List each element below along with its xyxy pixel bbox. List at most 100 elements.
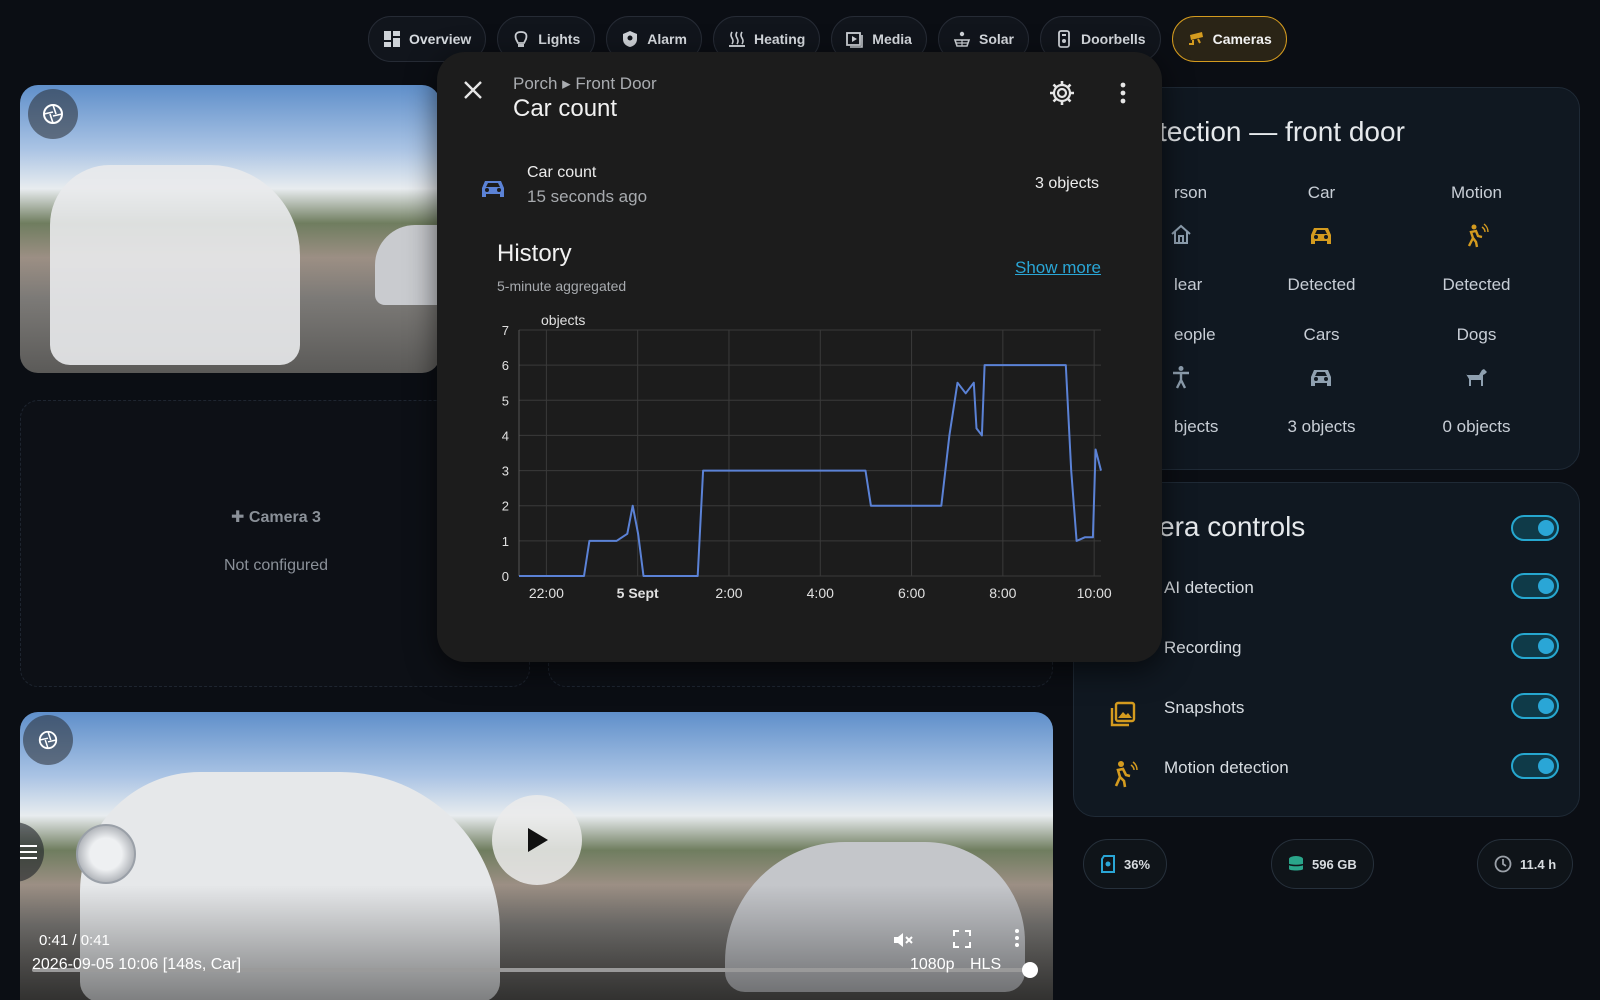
video-time: 0:41 / 0:41	[39, 932, 110, 949]
control-label: AI detection	[1164, 578, 1254, 597]
aperture-icon	[38, 730, 58, 750]
chip-storage-size-label: 596 GB	[1312, 856, 1357, 872]
fullscreen-button[interactable]	[953, 930, 971, 953]
control-toggle[interactable]	[1511, 633, 1559, 659]
more-vertical-icon	[1015, 929, 1019, 947]
volume-off-icon	[894, 933, 913, 947]
close-icon	[464, 81, 482, 99]
control-label: Motion detection	[1164, 758, 1289, 777]
history-chart: 0 1 2 3 4 5 6 7 22:00 5 Sept 2:00 4:00 6:00 8:00 10:00…	[502, 312, 1112, 601]
tab-label: Heating	[753, 31, 806, 47]
dialog-more-button[interactable]	[1120, 82, 1126, 109]
snapshots-icon	[1109, 700, 1137, 733]
motion-detection-icon	[1109, 759, 1139, 794]
y-tick-label: 7	[502, 323, 509, 338]
car-icon	[1309, 223, 1335, 249]
y-axis-label: objects	[541, 312, 585, 328]
detection-state: Detected	[1287, 275, 1356, 294]
detection-row2-cell-2[interactable]: Dogs 0 objects	[1399, 325, 1554, 445]
snapshot-button[interactable]	[23, 715, 73, 765]
entity-row[interactable]: Car count 15 seconds ago 3 objects	[437, 162, 1162, 222]
motion-icon	[1464, 223, 1490, 249]
entity-name: Car count	[527, 164, 597, 181]
tab-label: Cameras	[1212, 31, 1272, 47]
y-tick-label: 4	[502, 428, 509, 443]
control-toggle[interactable]	[1511, 753, 1559, 779]
detection-row2-cell-1[interactable]: Cars 3 objects	[1244, 325, 1399, 445]
x-tick-label: 10:00	[1077, 585, 1112, 601]
tab-label: Alarm	[647, 31, 687, 47]
y-tick-label: 3	[502, 464, 509, 479]
detection-state: 3 objects	[1287, 417, 1356, 436]
cctv-icon	[1187, 30, 1205, 48]
detection-state: Detected	[1442, 275, 1511, 294]
control-toggle[interactable]	[1511, 573, 1559, 599]
settings-button[interactable]	[1049, 80, 1075, 111]
y-tick-label: 6	[502, 358, 509, 373]
x-tick-label: 8:00	[989, 585, 1016, 601]
entity-updated: 15 seconds ago	[527, 187, 648, 206]
camera-3-title: Camera 3	[248, 509, 321, 526]
detection-title: tection — front door	[1159, 116, 1405, 147]
controls-master-toggle[interactable]	[1511, 515, 1559, 541]
seek-handle[interactable]	[1022, 962, 1038, 978]
y-tick-label: 2	[502, 499, 509, 514]
home-icon	[1169, 223, 1195, 249]
detection-label: Cars	[1303, 325, 1340, 344]
close-button[interactable]	[463, 80, 483, 105]
snapshot-button[interactable]	[28, 89, 78, 139]
mute-button[interactable]	[892, 930, 914, 955]
control-toggle[interactable]	[1511, 693, 1559, 719]
more-vertical-icon	[1120, 82, 1126, 104]
dog-icon	[1464, 365, 1490, 391]
person-icon	[1169, 365, 1195, 391]
detection-row1-cell-1[interactable]: Car Detected	[1244, 183, 1399, 303]
control-row-snapshots[interactable]: Snapshots	[1074, 693, 1579, 738]
video-format: HLS	[970, 956, 1002, 973]
van-shape	[50, 165, 300, 365]
tab-label: Doorbells	[1081, 31, 1146, 47]
heat-icon	[728, 30, 746, 48]
tab-label: Overview	[409, 31, 472, 47]
chip-retention-label: 11.4 h	[1520, 856, 1557, 872]
history-subtitle: 5-minute aggregated	[497, 278, 627, 294]
gear-icon	[1050, 81, 1074, 105]
detection-label: Motion	[1450, 183, 1503, 202]
y-tick-label: 1	[502, 534, 509, 549]
detection-label: Dogs	[1456, 325, 1497, 344]
camera-1-card[interactable]	[20, 85, 440, 373]
video-more-button[interactable]	[1014, 928, 1020, 953]
solar-icon	[953, 30, 971, 48]
play-icon	[528, 828, 548, 852]
detection-row1-cell-2[interactable]: Motion Detected	[1399, 183, 1554, 303]
x-tick-label: 6:00	[898, 585, 925, 601]
history-title: History	[497, 240, 572, 267]
control-row-motion-detection[interactable]: Motion detection	[1074, 753, 1579, 798]
tab-cameras[interactable]: Cameras	[1171, 16, 1287, 62]
chip-storage-percent-label: 36%	[1124, 856, 1151, 872]
detection-state: 0 objects	[1442, 417, 1511, 436]
car-shape	[375, 225, 440, 305]
hamburger-icon	[20, 845, 37, 859]
car-icon	[482, 181, 504, 197]
dashboard-icon	[383, 30, 401, 48]
play-button[interactable]	[492, 795, 582, 885]
video-player[interactable]: 0:41 / 0:41 2026-09-05 10:06 [148s, Car]…	[20, 712, 1053, 1000]
show-more-link[interactable]: Show more	[1015, 258, 1101, 278]
x-tick-label: 2:00	[715, 585, 742, 601]
thumbnail[interactable]	[76, 824, 136, 884]
entity-value: 3 objects	[1035, 175, 1100, 192]
chip-retention[interactable]: 11.4 h	[1477, 839, 1574, 889]
dialog-breadcrumb: Porch ▸ Front Door	[513, 74, 657, 93]
database-icon	[1288, 856, 1304, 871]
shield-icon	[621, 30, 639, 48]
clock-icon	[1494, 855, 1512, 873]
control-label: Recording	[1164, 638, 1242, 657]
y-tick-label: 5	[502, 393, 509, 408]
media-icon	[846, 30, 864, 48]
chip-storage-size[interactable]: 596 GB	[1271, 839, 1374, 889]
chip-storage-percent[interactable]: 36%	[1083, 839, 1168, 889]
x-tick-label: 22:00	[529, 585, 564, 601]
x-tick-label: 4:00	[807, 585, 834, 601]
car-icon	[1309, 365, 1335, 391]
